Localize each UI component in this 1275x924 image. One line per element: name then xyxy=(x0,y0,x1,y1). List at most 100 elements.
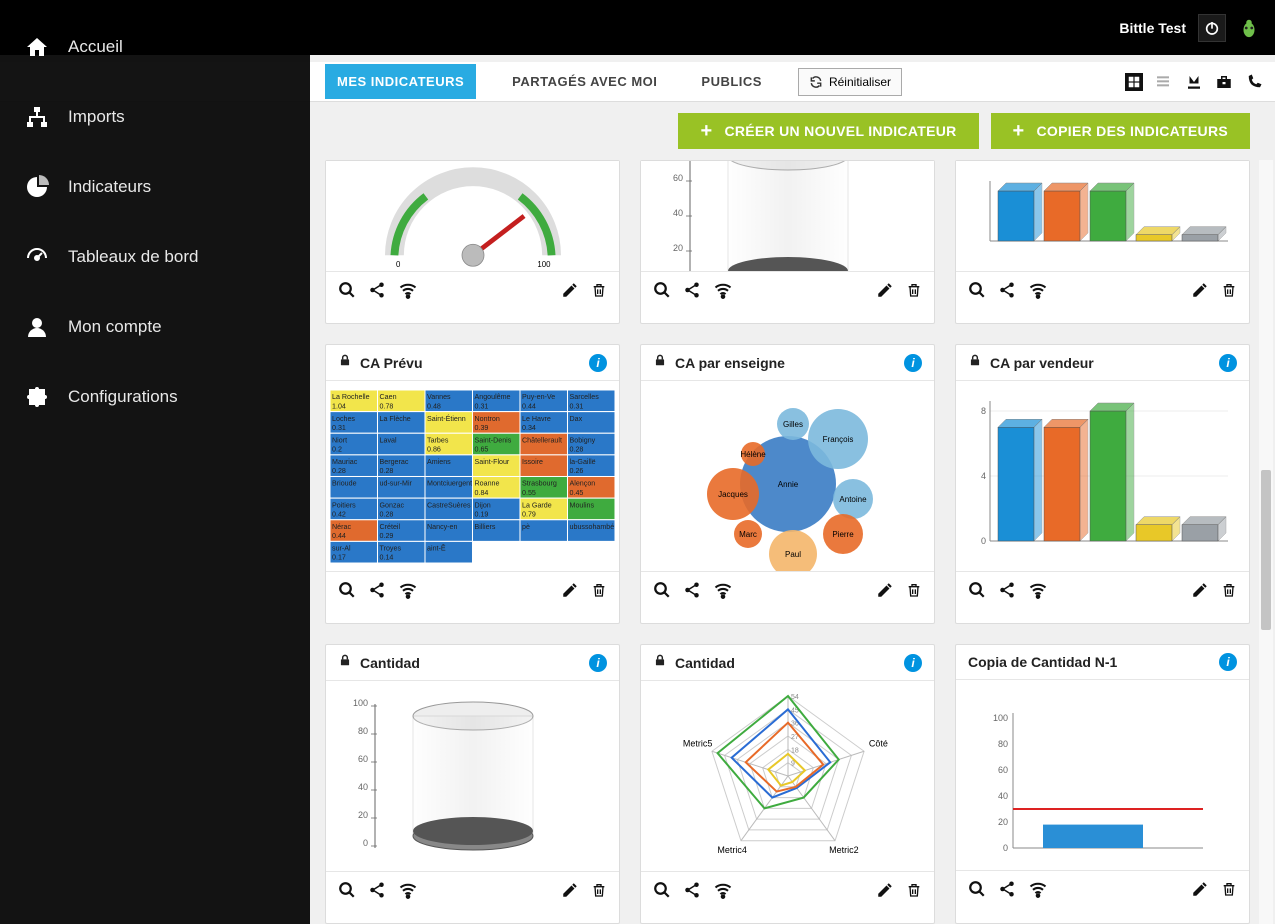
search-icon[interactable] xyxy=(968,581,986,604)
wifi-icon[interactable] xyxy=(398,280,418,305)
svg-text:0.14: 0.14 xyxy=(380,553,394,561)
edit-icon[interactable] xyxy=(1191,880,1209,903)
svg-text:18: 18 xyxy=(791,747,799,754)
svg-text:Annie: Annie xyxy=(777,480,798,489)
reset-button[interactable]: Réinitialiser xyxy=(798,68,902,96)
svg-text:9: 9 xyxy=(791,761,795,768)
sidebar-item-tableaux[interactable]: Tableaux de bord xyxy=(0,222,310,292)
svg-text:Gonzac: Gonzac xyxy=(380,501,405,509)
export-icon[interactable] xyxy=(1185,73,1203,91)
svg-text:0.31: 0.31 xyxy=(332,423,346,431)
wifi-icon[interactable] xyxy=(713,280,733,305)
card-chart: 0100 xyxy=(326,161,619,271)
wifi-icon[interactable] xyxy=(1028,879,1048,904)
wifi-icon[interactable] xyxy=(713,580,733,605)
edit-icon[interactable] xyxy=(561,281,579,304)
wifi-icon[interactable] xyxy=(713,880,733,905)
info-icon[interactable]: i xyxy=(1219,653,1237,671)
sidebar-item-compte[interactable]: Mon compte xyxy=(0,292,310,362)
lock-icon xyxy=(653,653,667,672)
card-footer xyxy=(956,870,1249,912)
wifi-icon[interactable] xyxy=(398,880,418,905)
trash-icon[interactable] xyxy=(591,881,607,904)
actions-row: + CRÉER UN NOUVEL INDICATEUR + COPIER DE… xyxy=(678,113,1250,149)
info-icon[interactable]: i xyxy=(904,654,922,672)
svg-text:Vannes: Vannes xyxy=(427,393,451,401)
search-icon[interactable] xyxy=(653,281,671,304)
search-icon[interactable] xyxy=(653,581,671,604)
phone-icon[interactable] xyxy=(1245,73,1263,91)
share-icon[interactable] xyxy=(368,581,386,604)
share-icon[interactable] xyxy=(998,880,1016,903)
tab-publics[interactable]: PUBLICS xyxy=(693,68,770,95)
card-footer xyxy=(326,271,619,313)
share-icon[interactable] xyxy=(368,881,386,904)
create-label: CRÉER UN NOUVEL INDICATEUR xyxy=(724,123,956,139)
card-title: Cantidad xyxy=(675,655,735,671)
trash-icon[interactable] xyxy=(1221,281,1237,304)
edit-icon[interactable] xyxy=(876,581,894,604)
svg-text:40: 40 xyxy=(357,782,367,792)
trash-icon[interactable] xyxy=(906,581,922,604)
card-footer xyxy=(641,271,934,313)
share-icon[interactable] xyxy=(683,281,701,304)
trash-icon[interactable] xyxy=(906,881,922,904)
edit-icon[interactable] xyxy=(876,881,894,904)
plus-icon: + xyxy=(700,124,712,138)
bug-icon[interactable] xyxy=(1238,17,1260,39)
sidebar-item-imports[interactable]: Imports xyxy=(0,82,310,152)
tab-mes-indicateurs[interactable]: MES INDICATEURS xyxy=(325,64,476,99)
main-scrollbar[interactable] xyxy=(1259,160,1273,924)
share-icon[interactable] xyxy=(683,581,701,604)
svg-text:Niort: Niort xyxy=(332,436,347,444)
search-icon[interactable] xyxy=(968,880,986,903)
grid-view-icon[interactable] xyxy=(1125,73,1143,91)
svg-text:Issoire: Issoire xyxy=(522,458,543,466)
svg-text:Antoine: Antoine xyxy=(839,495,867,504)
create-indicator-button[interactable]: + CRÉER UN NOUVEL INDICATEUR xyxy=(678,113,978,149)
share-icon[interactable] xyxy=(998,581,1016,604)
share-icon[interactable] xyxy=(998,281,1016,304)
trash-icon[interactable] xyxy=(591,281,607,304)
share-icon[interactable] xyxy=(368,281,386,304)
sidebar-item-accueil[interactable]: Accueil xyxy=(0,12,310,82)
info-icon[interactable]: i xyxy=(904,354,922,372)
info-icon[interactable]: i xyxy=(1219,354,1237,372)
svg-text:pè: pè xyxy=(522,522,530,530)
info-icon[interactable]: i xyxy=(589,654,607,672)
info-icon[interactable]: i xyxy=(589,354,607,372)
sidebar-item-indicateurs[interactable]: Indicateurs xyxy=(0,152,310,222)
svg-text:0.86: 0.86 xyxy=(427,445,441,453)
edit-icon[interactable] xyxy=(561,581,579,604)
search-icon[interactable] xyxy=(338,581,356,604)
card-footer xyxy=(956,571,1249,613)
trash-icon[interactable] xyxy=(1221,880,1237,903)
svg-text:0: 0 xyxy=(980,536,985,546)
wifi-icon[interactable] xyxy=(1028,280,1048,305)
trash-icon[interactable] xyxy=(906,281,922,304)
search-icon[interactable] xyxy=(653,881,671,904)
svg-text:Jacques: Jacques xyxy=(718,490,748,499)
search-icon[interactable] xyxy=(968,281,986,304)
svg-text:Nontron: Nontron xyxy=(475,414,500,422)
edit-icon[interactable] xyxy=(1191,281,1209,304)
svg-text:Mauriac: Mauriac xyxy=(332,458,358,466)
copy-indicators-button[interactable]: + COPIER DES INDICATEURS xyxy=(991,113,1250,149)
sidebar-item-config[interactable]: Configurations xyxy=(0,362,310,432)
wifi-icon[interactable] xyxy=(398,580,418,605)
power-button[interactable] xyxy=(1198,14,1226,42)
card-chart: 020406080 xyxy=(641,161,934,271)
search-icon[interactable] xyxy=(338,281,356,304)
briefcase-icon[interactable] xyxy=(1215,73,1233,91)
list-view-icon[interactable] xyxy=(1155,73,1173,91)
tab-partages[interactable]: PARTAGÉS AVEC MOI xyxy=(504,68,665,95)
search-icon[interactable] xyxy=(338,881,356,904)
share-icon[interactable] xyxy=(683,881,701,904)
trash-icon[interactable] xyxy=(1221,581,1237,604)
edit-icon[interactable] xyxy=(561,881,579,904)
edit-icon[interactable] xyxy=(876,281,894,304)
edit-icon[interactable] xyxy=(1191,581,1209,604)
indicator-card: Copia de Cantidad N-1 i 020406080100 xyxy=(955,644,1250,924)
trash-icon[interactable] xyxy=(591,581,607,604)
wifi-icon[interactable] xyxy=(1028,580,1048,605)
